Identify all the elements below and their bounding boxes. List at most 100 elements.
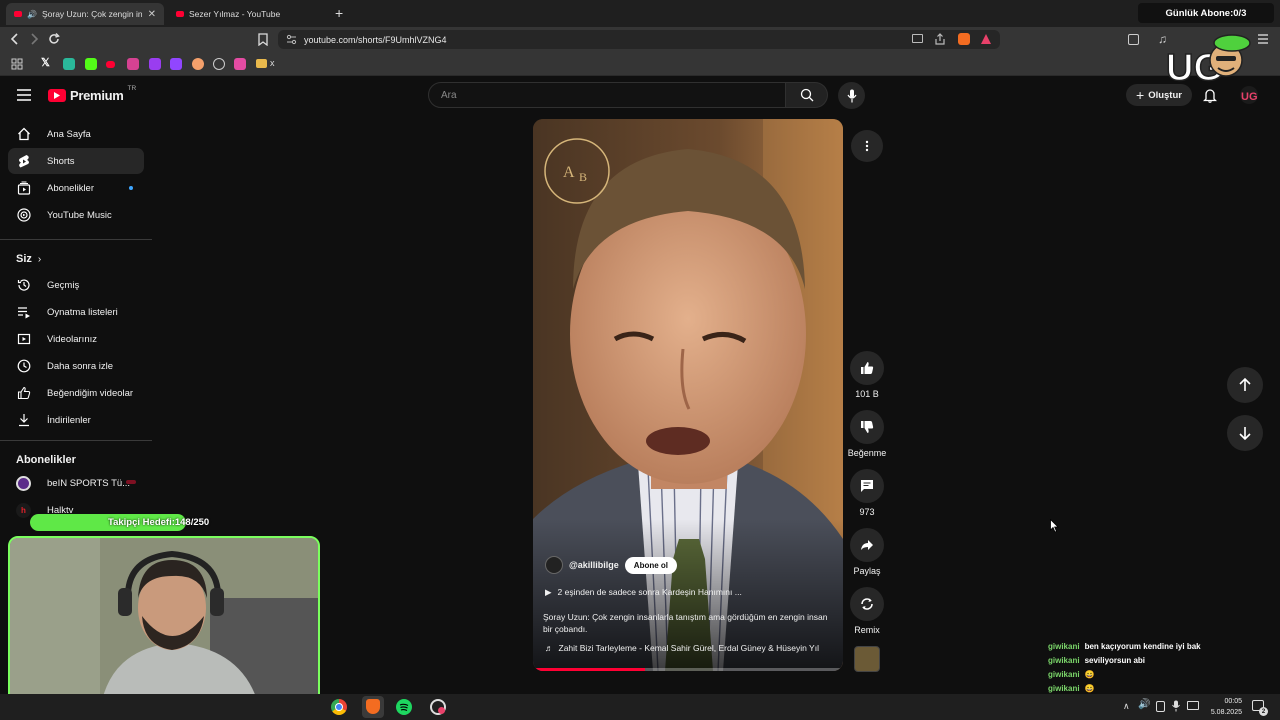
- shorts-video-player[interactable]: A B @akillibilge Abone ol ▶ 2 eşinden de…: [533, 119, 843, 671]
- notifications-bell-icon[interactable]: [1203, 88, 1217, 103]
- sidebar-item-label: Beğendiğim videolar: [47, 387, 134, 399]
- follower-goal-overlay: Takipçi Hedefi:148/250: [30, 514, 209, 531]
- share-icon[interactable]: [934, 33, 946, 45]
- like-button[interactable]: [850, 351, 884, 385]
- globe-bookmark-icon[interactable]: [213, 58, 225, 70]
- folder-icon[interactable]: [256, 59, 267, 68]
- sidebar-item-label: Oynatma listeleri: [47, 306, 118, 318]
- voice-search-button[interactable]: [838, 82, 865, 109]
- spotify-app-icon[interactable]: [396, 699, 412, 715]
- menu-icon[interactable]: [1257, 33, 1269, 45]
- microphone-tray-icon[interactable]: [1172, 700, 1180, 712]
- download-icon: [16, 413, 31, 428]
- music-text: Zahit Bizi Tarleyleme - Kemal Sahir Güre…: [558, 643, 819, 653]
- search-input[interactable]: Ara: [428, 82, 786, 108]
- share-button[interactable]: [850, 528, 884, 562]
- comments-button[interactable]: [850, 469, 884, 503]
- youtube-bookmark-icon[interactable]: [106, 61, 115, 68]
- sidebar-item-playlists[interactable]: Oynatma listeleri: [8, 299, 144, 325]
- bookmark-icon[interactable]: [63, 58, 75, 70]
- volume-icon[interactable]: 🔊: [1138, 699, 1150, 710]
- progress-track[interactable]: [533, 668, 843, 671]
- dislike-action[interactable]: Beğenme: [846, 410, 888, 458]
- sidebar-item-subscriptions[interactable]: Abonelikler: [8, 175, 144, 201]
- remix-button[interactable]: [850, 587, 884, 621]
- bookmark-icon[interactable]: [192, 58, 204, 70]
- plus-icon[interactable]: +: [335, 5, 343, 21]
- playlist-link[interactable]: ▶ 2 eşinden de sadece sonra Kardeşin Han…: [545, 587, 742, 598]
- sidebar-item-shorts[interactable]: Shorts: [8, 148, 144, 174]
- chat-message: giwikani 😄: [1048, 670, 1095, 679]
- brave-rewards-icon[interactable]: [980, 33, 992, 45]
- sidebar-item-history[interactable]: Geçmiş: [8, 272, 144, 298]
- cast-icon[interactable]: [912, 34, 923, 43]
- sidebar-item-your-videos[interactable]: Videolarınız: [8, 326, 144, 352]
- forward-icon[interactable]: [28, 32, 40, 46]
- hamburger-menu-icon[interactable]: [17, 89, 31, 101]
- chrome-app-icon[interactable]: [331, 699, 347, 715]
- network-icon[interactable]: [1187, 701, 1199, 710]
- brave-shield-icon[interactable]: [958, 33, 970, 45]
- live-indicator-icon: [126, 480, 136, 484]
- device-icon[interactable]: [1156, 701, 1165, 712]
- sidebar-item-subscription[interactable]: beIN SPORTS Tü...: [8, 470, 144, 496]
- reload-icon[interactable]: [47, 32, 61, 46]
- youtube-logo-icon: [48, 89, 66, 102]
- bookmark-icon[interactable]: [127, 58, 139, 70]
- sidebar-item-label: YouTube Music: [47, 209, 112, 221]
- create-button[interactable]: + Oluştur: [1126, 84, 1192, 106]
- x-bookmark-icon[interactable]: 𝕏: [41, 56, 50, 69]
- browser-tab-active[interactable]: 🔊 Şoray Uzun: Çok zengin insan ✕: [6, 3, 164, 25]
- youtube-favicon-icon: [176, 11, 184, 17]
- dislike-label: Beğenme: [847, 448, 887, 458]
- clock-time: 00:05: [1224, 698, 1242, 705]
- site-settings-icon[interactable]: [286, 34, 297, 45]
- close-tab-icon[interactable]: ✕: [148, 9, 156, 20]
- previous-short-button[interactable]: [1227, 367, 1263, 403]
- music-row[interactable]: ♬ Zahit Bizi Tarleyleme - Kemal Sahir Gü…: [545, 643, 837, 653]
- sidebar-section-you[interactable]: Siz ›: [16, 253, 41, 265]
- apps-grid-icon[interactable]: [11, 58, 23, 70]
- share-action[interactable]: Paylaş: [850, 528, 884, 576]
- remix-action[interactable]: Remix: [850, 587, 884, 635]
- bookmark-icon[interactable]: [149, 58, 161, 70]
- avatar[interactable]: UG: [1240, 86, 1258, 104]
- subscribe-button[interactable]: Abone ol: [624, 556, 678, 574]
- sidebar-section-subscriptions: Abonelikler: [16, 454, 76, 466]
- channel-handle[interactable]: @akillibilge: [569, 560, 619, 570]
- clock[interactable]: 00:05 5.08.2025: [1206, 696, 1242, 718]
- sidebar-item-home[interactable]: Ana Sayfa: [8, 121, 144, 147]
- twitch-bookmark-icon[interactable]: [170, 58, 182, 70]
- sidebar-item-youtube-music[interactable]: YouTube Music: [8, 202, 144, 228]
- sidebar-item-liked-videos[interactable]: Beğendiğim videolar: [8, 380, 144, 406]
- obs-app-icon[interactable]: [430, 699, 446, 715]
- plus-icon: +: [1136, 87, 1145, 103]
- sidebar-item-watch-later[interactable]: Daha sonra izle: [8, 353, 144, 379]
- next-short-button[interactable]: [1227, 415, 1263, 451]
- youtube-header: Premium TR Ara + Oluştur UG: [0, 76, 1280, 114]
- sound-thumbnail[interactable]: [854, 646, 880, 672]
- back-icon[interactable]: [9, 32, 21, 46]
- tray-chevron-up-icon[interactable]: ∧: [1123, 701, 1130, 712]
- chevron-right-icon: ›: [37, 253, 42, 265]
- dislike-button[interactable]: [850, 410, 884, 444]
- url-bar[interactable]: youtube.com/shorts/F9UmhlVZNG4: [278, 30, 1000, 49]
- bookmark-icon[interactable]: [258, 33, 268, 46]
- brave-app-button[interactable]: [362, 696, 384, 718]
- chat-username: giwikani: [1048, 642, 1080, 651]
- chat-emote: 😄: [1084, 684, 1095, 693]
- bookmark-icon[interactable]: [234, 58, 246, 70]
- youtube-premium-logo[interactable]: Premium TR: [48, 85, 136, 103]
- kick-bookmark-icon[interactable]: [85, 58, 97, 70]
- brave-app-icon: [366, 699, 380, 714]
- chat-message: giwikani 😄: [1048, 684, 1095, 693]
- browser-tab[interactable]: Sezer Yılmaz - YouTube: [168, 3, 326, 25]
- more-options-button[interactable]: [851, 130, 883, 162]
- bookmark-folder-label[interactable]: x: [270, 58, 275, 68]
- comments-action[interactable]: 973: [850, 469, 884, 517]
- sidebar-item-downloads[interactable]: İndirilenler: [8, 407, 144, 433]
- like-action[interactable]: 101 B: [850, 351, 884, 399]
- channel-avatar[interactable]: [545, 556, 563, 574]
- sidebar-toggle-icon[interactable]: [1128, 34, 1139, 45]
- search-button[interactable]: [786, 82, 828, 108]
